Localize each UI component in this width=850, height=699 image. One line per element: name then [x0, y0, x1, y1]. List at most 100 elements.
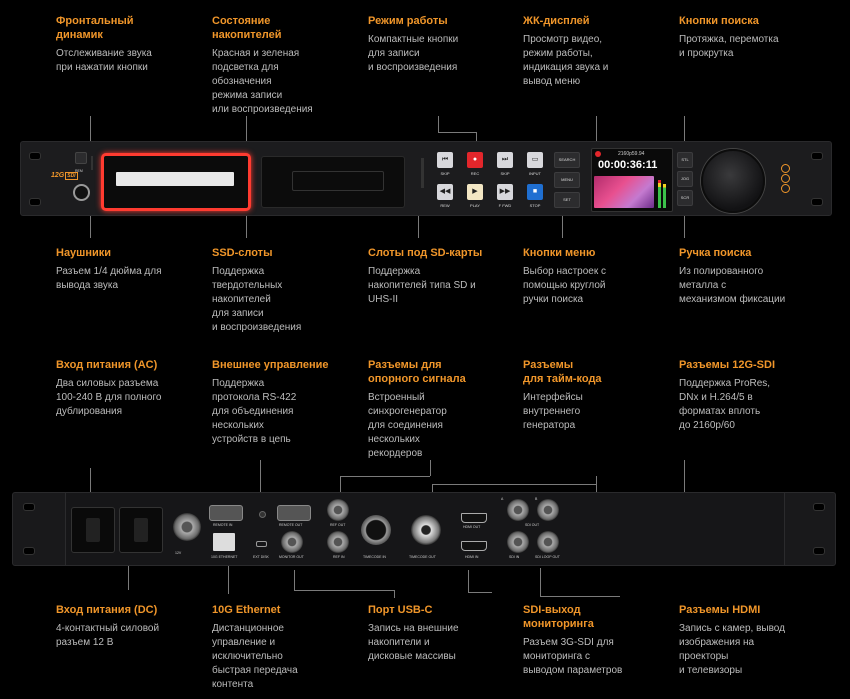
search-button-jog[interactable]: JOG	[677, 171, 693, 187]
caption-desc: Запись с камер, вывод изображения на про…	[679, 623, 785, 676]
sdi-out-b-bnc[interactable]	[537, 499, 559, 521]
audio-meters	[657, 176, 669, 208]
label-remote-out: REMOTE OUT	[279, 523, 303, 527]
label-timecode-out: TIMECODE OUT	[409, 555, 436, 559]
transport-button-skip[interactable]: ⏭	[497, 152, 513, 168]
caption-captions-front-bottom-3: Кнопки меню Выбор настроек с помощью круг…	[523, 246, 673, 307]
speaker-button[interactable]	[75, 152, 87, 164]
rack-ear-hole	[29, 198, 41, 206]
caption-desc: Поддержка ProRes, DNx и H.264/5 в формат…	[679, 378, 771, 431]
caption-desc: Протяжка, перемотка и прокрутка	[679, 34, 779, 59]
hdmi-in-port[interactable]	[461, 541, 487, 551]
search-button-scr[interactable]: SCR	[677, 190, 693, 206]
transport-button-rec[interactable]: ●	[467, 152, 483, 168]
menu-button-set[interactable]: SET	[554, 192, 580, 208]
indicator-led	[259, 511, 266, 518]
caption-captions-rear-top-2: Разъемы для опорного сигнала Встроенный с…	[368, 358, 518, 461]
label-hdmi-in: HDMI IN	[465, 555, 479, 559]
transport-button-rew[interactable]: ◀◀	[437, 184, 453, 200]
caption-title: Вход питания (DC)	[56, 604, 158, 616]
caption-captions-front-bottom-1: SSD-слоты Поддержка твердотельных накопит…	[212, 246, 362, 335]
rack-ear-hole	[811, 198, 823, 206]
caption-title: ЖК-дисплей	[523, 15, 590, 27]
caption-desc: Встроенный синхрогенератор для соединени…	[368, 392, 447, 459]
ssd-slot-1[interactable]	[101, 153, 251, 211]
timecode-out-xlr[interactable]	[411, 515, 441, 545]
caption-captions-rear-top-3: Разъемы для тайм-кода Интерфейсы внутренн…	[523, 358, 673, 433]
caption-desc: Поддержка протокола RS-422 для объединен…	[212, 378, 297, 445]
caption-captions-rear-bottom-4: Разъемы HDMI Запись с камер, вывод изобра…	[679, 603, 829, 678]
hdmi-out-port[interactable]	[461, 513, 487, 523]
transport-button-label: STOP	[529, 203, 541, 208]
search-knob[interactable]	[701, 149, 765, 213]
caption-title: Разъемы для тайм-кода	[523, 359, 602, 385]
transport-button-input[interactable]: ▭	[527, 152, 543, 168]
label-timecode-in: TIMECODE IN	[363, 555, 386, 559]
lcd-display: 2160p59.94 00:00:36:11	[591, 148, 673, 212]
transport-button-play[interactable]: ▶	[467, 184, 483, 200]
remote-out-port[interactable]	[277, 505, 311, 521]
caption-desc: Разъем 3G-SDI для мониторинга с выводом …	[523, 637, 623, 676]
remote-in-port[interactable]	[209, 505, 243, 521]
transport-button-label: F FWD	[498, 203, 512, 208]
caption-desc: Поддержка твердотельных накопителей для …	[212, 266, 302, 333]
ref-out-bnc[interactable]	[327, 499, 349, 521]
caption-captions-front-bottom-4: Ручка поиска Из полированного металла с м…	[679, 246, 829, 307]
rack-ear-hole	[813, 503, 825, 511]
label-b: B	[535, 497, 538, 501]
sd-card-slot[interactable]	[421, 158, 424, 188]
caption-desc: Запись на внешние накопители и дисковые …	[368, 623, 459, 662]
ethernet-port[interactable]	[213, 533, 235, 551]
sdi-out-a-bnc[interactable]	[507, 499, 529, 521]
dc-power-input[interactable]	[173, 513, 201, 541]
caption-title: Режим работы	[368, 15, 448, 27]
rem-label: REM	[75, 169, 83, 173]
timecode-in-xlr[interactable]	[361, 515, 391, 545]
caption-title: Разъемы 12G-SDI	[679, 359, 776, 371]
transport-button-label: REW	[440, 203, 450, 208]
menu-button-menu[interactable]: MENU	[554, 172, 580, 188]
label-a: A	[501, 497, 504, 501]
caption-desc: Компактные кнопки для записи и воспроизв…	[368, 34, 459, 73]
menu-button-search[interactable]: SEARCH	[554, 152, 580, 168]
rec-indicator	[595, 151, 601, 157]
ac-power-input-1[interactable]	[71, 507, 115, 553]
caption-title: Ручка поиска	[679, 247, 752, 259]
ac-power-input-2[interactable]	[119, 507, 163, 553]
front-panel: 12G SDI REM ⏮ SKIP ● REC ⏭ SKIP ▭ INPUT ◀◀ REW ▶ PLA…	[20, 141, 832, 216]
search-button-stl[interactable]: STL	[677, 152, 693, 168]
rack-ear-hole	[29, 152, 41, 160]
caption-captions-rear-bottom-3: SDI-выход мониторинга Разъем 3G-SDI для м…	[523, 603, 673, 678]
caption-captions-top-1: Состояние накопителей Красная и зеленая п…	[212, 14, 362, 117]
label-sdi-out: SDI OUT	[525, 523, 540, 527]
caption-desc: Выбор настроек с помощью круглой ручки п…	[523, 266, 606, 305]
transport-button-f-fwd[interactable]: ▶▶	[497, 184, 513, 200]
caption-desc: Поддержка накопителей типа SD и UHS-II	[368, 266, 476, 305]
label-remote-in: REMOTE IN	[213, 523, 233, 527]
label-12v: 12V	[175, 551, 182, 555]
caption-title: Кнопки меню	[523, 247, 596, 259]
transport-button-stop[interactable]: ■	[527, 184, 543, 200]
usb-c-port[interactable]	[256, 541, 267, 547]
ref-in-bnc[interactable]	[327, 531, 349, 553]
transport-button-label: SKIP	[500, 171, 510, 176]
caption-desc: Дистанционное управление и исключительно…	[212, 623, 298, 690]
caption-title: SSD-слоты	[212, 247, 273, 259]
label-hdmi-out: HDMI OUT	[463, 525, 481, 529]
sdi-loop-out-bnc[interactable]	[537, 531, 559, 553]
monitor-out-bnc[interactable]	[281, 531, 303, 553]
caption-title: Фронтальный динамик	[56, 15, 134, 41]
rack-ear-hole	[23, 503, 35, 511]
caption-desc: Из полированного металла с механизмом фи…	[679, 266, 786, 305]
sdi-in-bnc[interactable]	[507, 531, 529, 553]
transport-button-skip[interactable]: ⏮	[437, 152, 453, 168]
video-preview	[594, 176, 654, 208]
transport-button-label: REC	[470, 171, 480, 176]
caption-captions-front-bottom-2: Слоты под SD-карты Поддержка накопителей …	[368, 246, 518, 307]
headphone-jack[interactable]	[73, 184, 90, 201]
label-ref-out: REF OUT	[330, 523, 346, 527]
ssd-slot-2[interactable]	[261, 156, 405, 208]
label-sdi-loop-out: SDI LOOP OUT	[535, 555, 560, 559]
caption-desc: 4-контактный силовой разъем 12 В	[56, 623, 160, 648]
caption-desc: Два силовых разъема 100-240 В для полног…	[56, 378, 162, 417]
